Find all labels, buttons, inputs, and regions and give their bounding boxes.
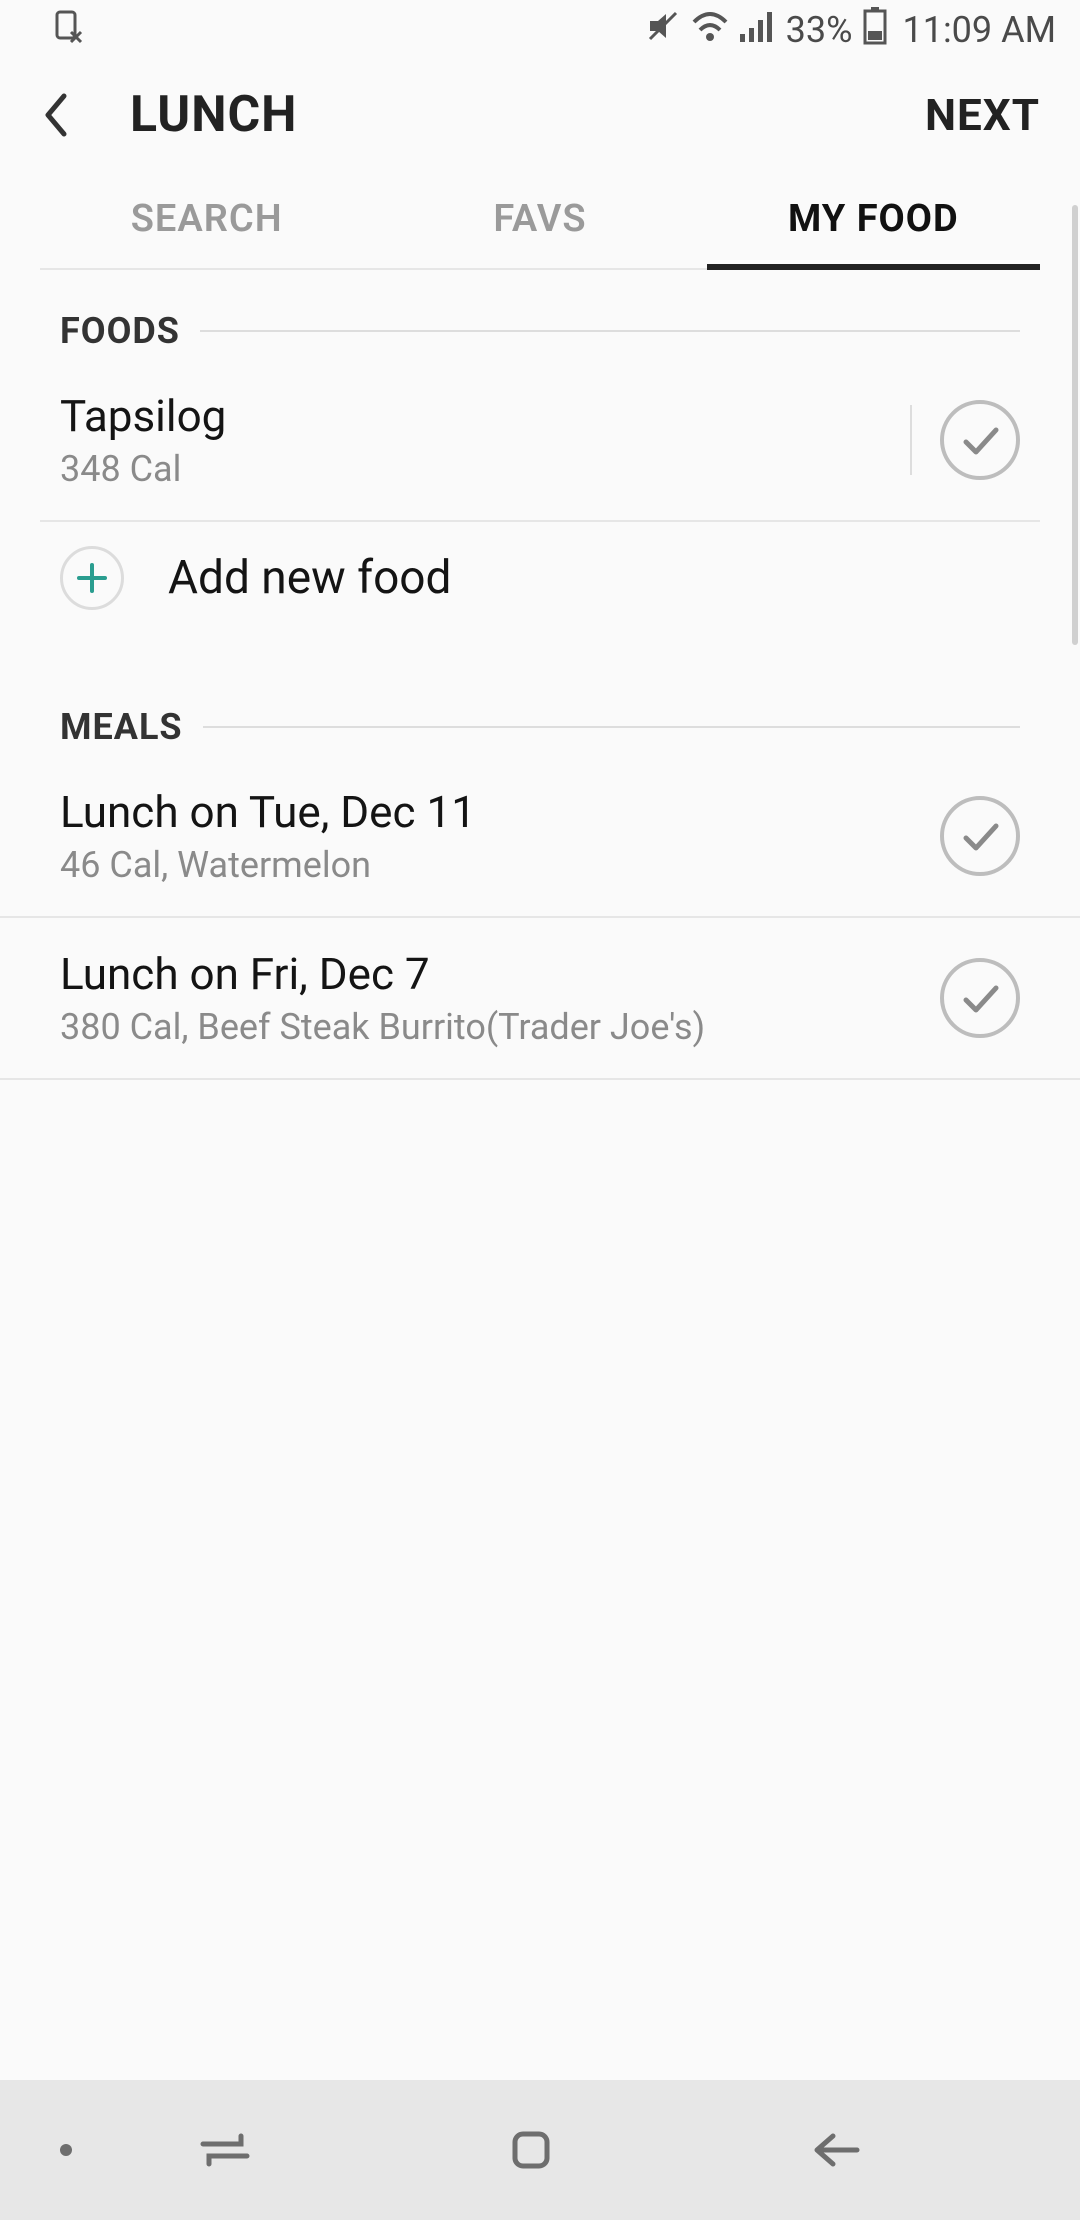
meal-item[interactable]: Lunch on Fri, Dec 7 380 Cal, Beef Steak …	[0, 918, 1080, 1078]
tabs: SEARCH FAVS MY FOOD	[40, 170, 1040, 270]
chevron-left-icon	[40, 90, 70, 140]
system-nav-bar	[0, 2080, 1080, 2220]
meal-subtitle: 46 Cal, Watermelon	[60, 844, 940, 886]
tab-favs[interactable]: FAVS	[373, 170, 706, 268]
meal-item[interactable]: Lunch on Tue, Dec 11 46 Cal, Watermelon	[0, 756, 1080, 916]
add-meal-check[interactable]	[940, 796, 1020, 876]
page-title: LUNCH	[130, 86, 297, 144]
check-icon	[958, 814, 1002, 858]
food-item[interactable]: Tapsilog 348 Cal	[0, 360, 1080, 520]
add-meal-check[interactable]	[940, 958, 1020, 1038]
next-button[interactable]: NEXT	[925, 89, 1040, 141]
add-food-check[interactable]	[940, 400, 1020, 480]
scroll-indicator	[1072, 205, 1078, 645]
wifi-icon	[690, 10, 730, 50]
status-bar: 33% 11:09 AM	[0, 0, 1080, 60]
meal-subtitle: 380 Cal, Beef Steak Burrito(Trader Joe's…	[60, 1006, 940, 1048]
mute-icon	[646, 9, 680, 51]
meal-title: Lunch on Fri, Dec 7	[60, 948, 940, 1000]
back-button[interactable]	[40, 90, 100, 140]
nav-home-button[interactable]	[378, 2126, 684, 2174]
clock-text: 11:09 AM	[903, 9, 1057, 51]
app-header: LUNCH NEXT	[0, 60, 1080, 170]
section-header-meals: MEALS	[0, 646, 1080, 756]
nav-dot-icon	[60, 2144, 72, 2156]
home-icon	[507, 2126, 555, 2174]
sim-icon	[55, 10, 83, 52]
add-new-food[interactable]: Add new food	[0, 522, 1080, 646]
section-label: FOODS	[60, 310, 180, 352]
tab-search[interactable]: SEARCH	[40, 170, 373, 268]
meal-title: Lunch on Tue, Dec 11	[60, 786, 940, 838]
add-new-food-label: Add new food	[168, 551, 451, 605]
check-icon	[958, 976, 1002, 1020]
nav-recent-button[interactable]	[72, 2130, 378, 2170]
food-subtitle: 348 Cal	[60, 448, 890, 490]
plus-icon	[60, 546, 124, 610]
section-label: MEALS	[60, 706, 183, 748]
tab-my-food[interactable]: MY FOOD	[707, 170, 1040, 268]
battery-percent: 33%	[786, 9, 853, 51]
back-arrow-icon	[811, 2128, 863, 2172]
food-title: Tapsilog	[60, 390, 890, 442]
section-header-foods: FOODS	[0, 270, 1080, 360]
battery-icon	[863, 7, 887, 53]
check-icon	[958, 418, 1002, 462]
signal-icon	[740, 10, 776, 50]
nav-back-button[interactable]	[684, 2128, 990, 2172]
recent-icon	[197, 2130, 253, 2170]
